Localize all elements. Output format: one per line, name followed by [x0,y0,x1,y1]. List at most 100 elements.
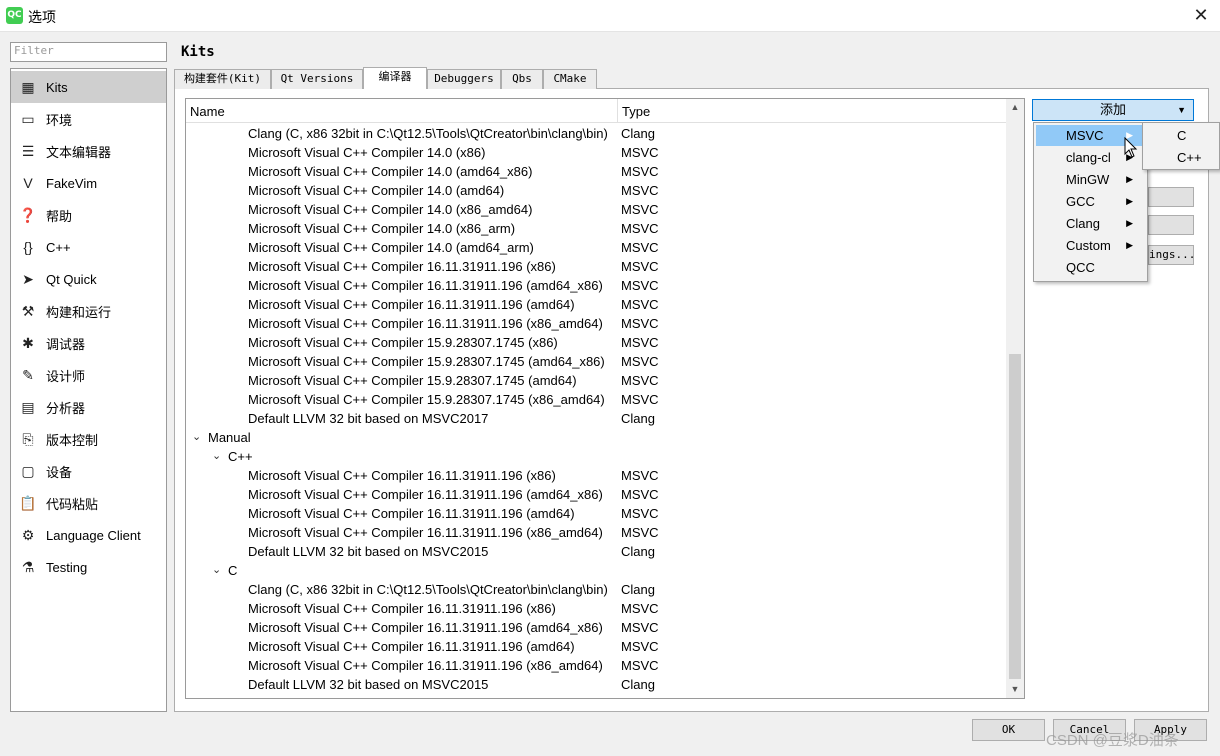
compiler-name: Microsoft Visual C++ Compiler 15.9.28307… [248,354,605,369]
tree-row[interactable]: Microsoft Visual C++ Compiler 15.9.28307… [186,352,1006,371]
tree-row[interactable]: Microsoft Visual C++ Compiler 16.11.3191… [186,257,1006,276]
sidebar-item[interactable]: ✎ 设计师 [11,359,166,391]
scroll-up-icon[interactable]: ▲ [1006,99,1024,116]
sidebar-item[interactable]: ⚗ Testing [11,551,166,583]
kits-icon: ▦ [21,78,35,95]
tree-row[interactable]: Microsoft Visual C++ Compiler 16.11.3191… [186,637,1006,656]
sidebar-item[interactable]: {} C++ [11,231,166,263]
submenu-item[interactable]: C++ [1145,147,1219,168]
menu-item[interactable]: Clang ▶ [1036,213,1145,234]
clone-button[interactable] [1148,215,1194,235]
tree-row[interactable]: Microsoft Visual C++ Compiler 16.11.3191… [186,466,1006,485]
tree-row[interactable]: Microsoft Visual C++ Compiler 16.11.3191… [186,504,1006,523]
tree-group-row[interactable]: ⌄ Manual [186,428,1006,447]
vertical-scrollbar[interactable]: ▲ ▼ [1006,99,1024,698]
compiler-name: Microsoft Visual C++ Compiler 15.9.28307… [248,335,558,350]
chevron-down-icon[interactable]: ⌄ [212,447,221,466]
tree-row[interactable]: Default LLVM 32 bit based on MSVC2017 Cla… [186,409,1006,428]
tree-row[interactable]: Clang (C, x86 32bit in C:\Qt12.5\Tools\Q… [186,580,1006,599]
compiler-name: C [228,563,238,578]
tree-group-row[interactable]: ⌄ C [186,561,1006,580]
close-icon[interactable]: ✕ [1190,4,1212,26]
tab[interactable]: Debuggers [427,69,501,89]
column-header-name[interactable]: Name [190,104,225,119]
tree-row[interactable]: Microsoft Visual C++ Compiler 16.11.3191… [186,314,1006,333]
tree-row[interactable]: Default LLVM 32 bit based on MSVC2015 Cla… [186,542,1006,561]
chevron-down-icon[interactable]: ⌄ [192,428,201,447]
column-header-type[interactable]: Type [622,104,650,119]
compiler-type: MSVC [621,316,659,331]
sidebar-item[interactable]: ✱ 调试器 [11,327,166,359]
sidebar-item[interactable]: 📋 代码粘贴 [11,487,166,519]
tab[interactable]: Qt Versions [271,69,363,89]
tree-row[interactable]: Default LLVM 32 bit based on MSVC2015 Cla… [186,675,1006,694]
sidebar-item[interactable]: ▦ Kits [11,71,166,103]
tree-row[interactable]: Clang (C, x86 32bit in C:\Qt12.5\Tools\Q… [186,124,1006,143]
tab[interactable]: CMake [543,69,597,89]
column-divider[interactable] [617,99,618,123]
sidebar-item[interactable]: ⚙ Language Client [11,519,166,551]
sidebar-item[interactable]: V FakeVim [11,167,166,199]
tree-row[interactable]: Microsoft Visual C++ Compiler 16.11.3191… [186,295,1006,314]
tree-row[interactable]: Microsoft Visual C++ Compiler 14.0 (x86)… [186,143,1006,162]
menu-item-label: clang-cl [1066,150,1111,165]
menu-item[interactable]: QCC [1036,257,1145,278]
sidebar-item[interactable]: ▤ 分析器 [11,391,166,423]
sidebar-item[interactable]: ➤ Qt Quick [11,263,166,295]
sidebar-item-label: 分析器 [46,400,86,416]
compiler-type: Clang [621,677,655,692]
tree-row[interactable]: Microsoft Visual C++ Compiler 15.9.28307… [186,390,1006,409]
add-button[interactable]: 添加 ▼ [1032,99,1194,121]
menu-item-label: MinGW [1066,172,1110,187]
tree-row[interactable]: Microsoft Visual C++ Compiler 15.9.28307… [186,333,1006,352]
tree-row[interactable]: Microsoft Visual C++ Compiler 15.9.28307… [186,371,1006,390]
tree-row[interactable]: Microsoft Visual C++ Compiler 14.0 (amd6… [186,238,1006,257]
compiler-name: Microsoft Visual C++ Compiler 14.0 (amd6… [248,183,505,198]
compiler-type: MSVC [621,506,659,521]
chevron-down-icon[interactable]: ⌄ [212,561,221,580]
tree-row[interactable]: Microsoft Visual C++ Compiler 16.11.3191… [186,656,1006,675]
sidebar-item[interactable]: ▢ 设备 [11,455,166,487]
menu-item[interactable]: GCC ▶ [1036,191,1145,212]
compiler-name: Microsoft Visual C++ Compiler 16.11.3191… [248,297,575,312]
compiler-name: Microsoft Visual C++ Compiler 14.0 (x86_… [248,221,516,236]
tree-group-row[interactable]: ⌄ C++ [186,447,1006,466]
analyzer-icon: ▤ [21,398,35,415]
settings-button[interactable]: ings... [1148,245,1194,265]
ok-button[interactable]: OK [972,719,1045,741]
submenu-arrow-icon: ▶ [1126,218,1133,228]
compiler-type: MSVC [621,259,659,274]
tree-row[interactable]: Microsoft Visual C++ Compiler 16.11.3191… [186,485,1006,504]
sidebar-item[interactable]: ⚒ 构建和运行 [11,295,166,327]
menu-item[interactable]: Custom ▶ [1036,235,1145,256]
sidebar-item[interactable]: ⎘ 版本控制 [11,423,166,455]
compiler-type: MSVC [621,392,659,407]
scroll-down-icon[interactable]: ▼ [1006,681,1024,698]
tree-row[interactable]: Microsoft Visual C++ Compiler 16.11.3191… [186,618,1006,637]
sidebar-item[interactable]: ☰ 文本编辑器 [11,135,166,167]
tab[interactable]: 编译器 [363,67,427,89]
scrollbar-thumb[interactable] [1009,354,1021,679]
tree-row[interactable]: Microsoft Visual C++ Compiler 16.11.3191… [186,599,1006,618]
sidebar-item-label: Kits [46,79,68,95]
tree-row[interactable]: Microsoft Visual C++ Compiler 14.0 (x86_… [186,200,1006,219]
submenu-item[interactable]: C [1145,125,1219,146]
tree-row[interactable]: Microsoft Visual C++ Compiler 16.11.3191… [186,523,1006,542]
sidebar-item[interactable]: ❓ 帮助 [11,199,166,231]
menu-item[interactable]: MinGW ▶ [1036,169,1145,190]
tree-row[interactable]: Microsoft Visual C++ Compiler 14.0 (amd6… [186,181,1006,200]
tab[interactable]: 构建套件(Kit) [174,69,271,89]
tree-row[interactable]: Microsoft Visual C++ Compiler 14.0 (amd6… [186,162,1006,181]
compiler-type: MSVC [621,658,659,673]
language-submenu: C C++ [1142,122,1220,170]
sidebar-item[interactable]: ▭ 环境 [11,103,166,135]
bug-icon: ✱ [22,334,34,351]
tab[interactable]: Qbs [501,69,543,89]
compiler-name: Default LLVM 32 bit based on MSVC2015 [248,677,489,692]
tree-row[interactable]: Microsoft Visual C++ Compiler 16.11.3191… [186,276,1006,295]
filter-input[interactable]: Filter [10,42,167,62]
remove-button[interactable] [1148,187,1194,207]
tree-row[interactable]: Microsoft Visual C++ Compiler 14.0 (x86_… [186,219,1006,238]
compiler-name: Microsoft Visual C++ Compiler 16.11.3191… [248,316,603,331]
compiler-type: MSVC [621,525,659,540]
